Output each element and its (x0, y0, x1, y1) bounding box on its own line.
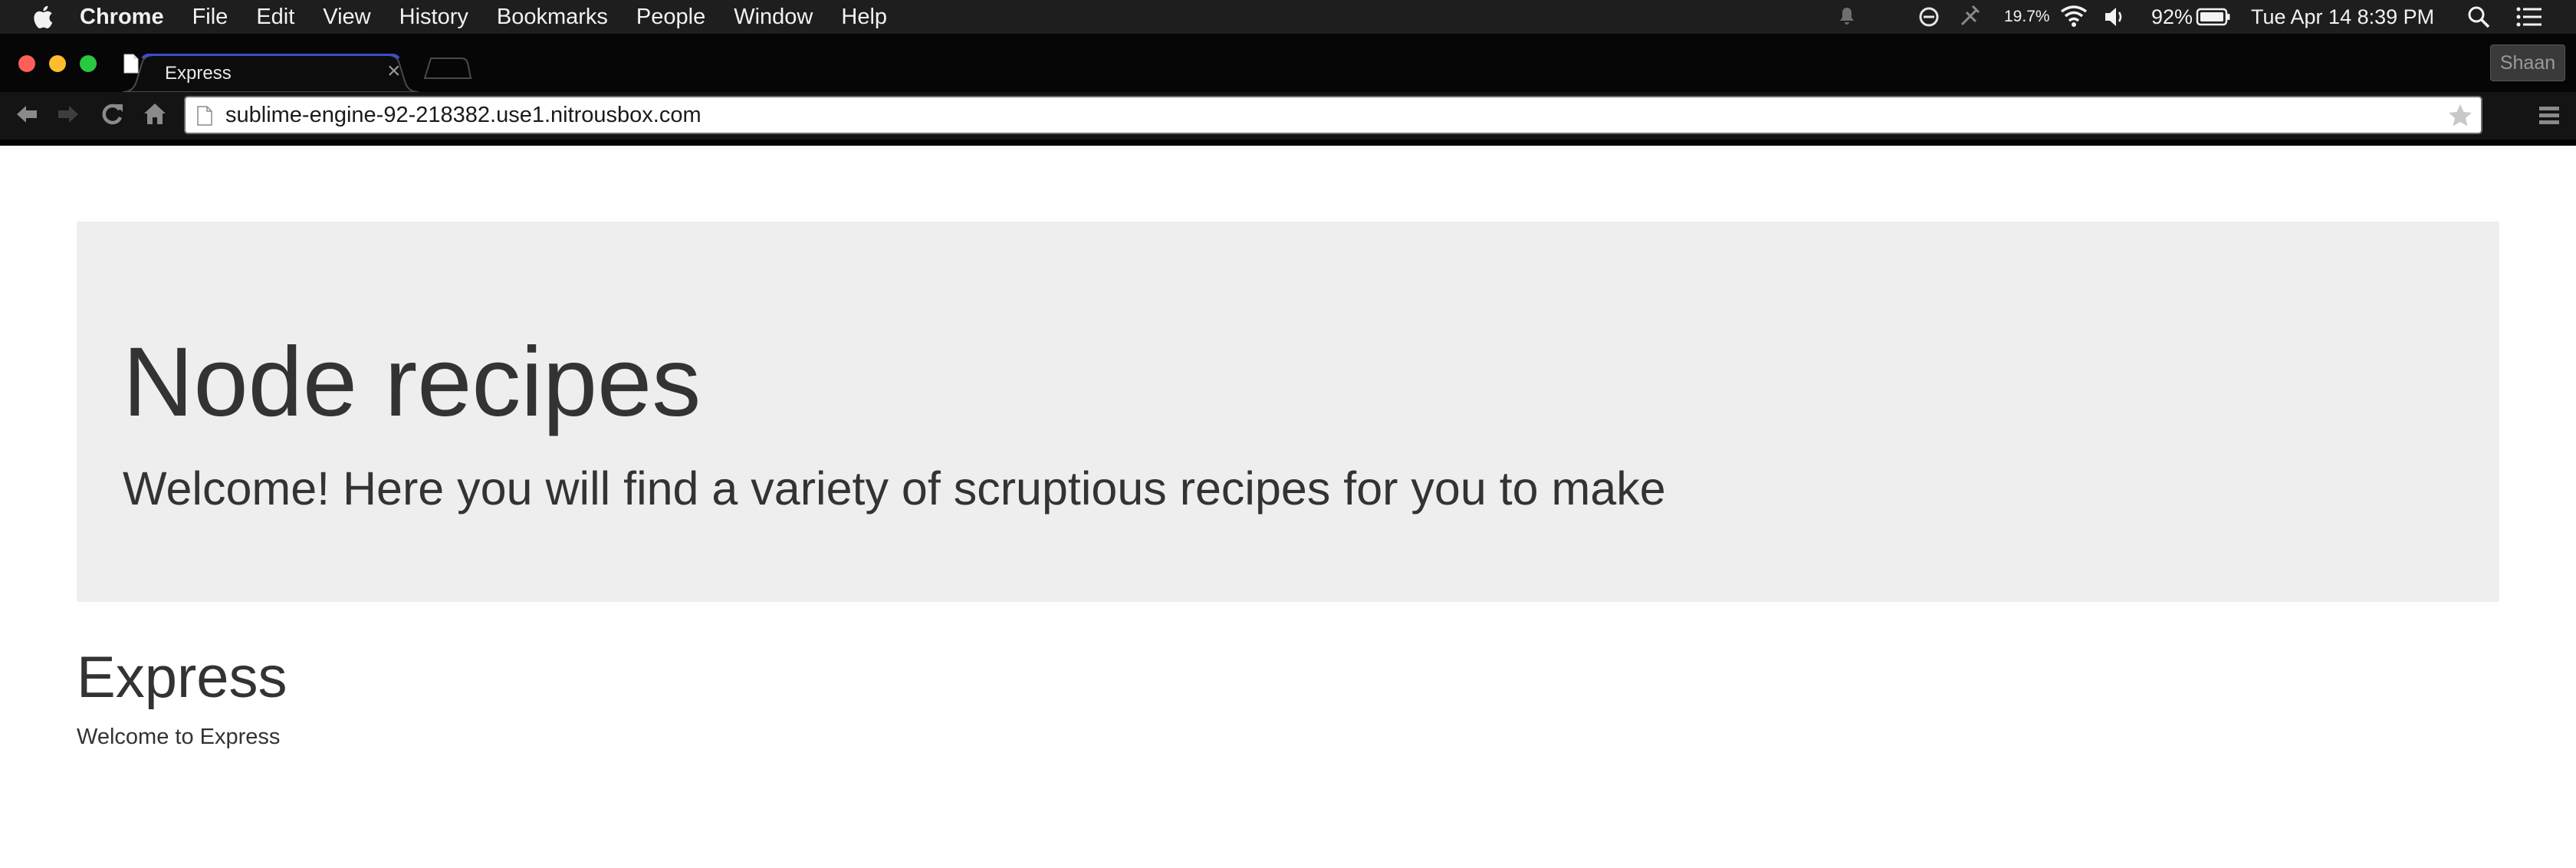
sync-icon[interactable] (1917, 0, 1941, 34)
menu-history[interactable]: History (399, 0, 468, 34)
wifi-icon[interactable] (2059, 0, 2088, 34)
home-icon[interactable] (143, 101, 167, 127)
tab-express[interactable]: Express × (123, 54, 419, 92)
toolbar-divider (0, 140, 2576, 146)
jumbotron-subtitle: Welcome! Here you will find a variety of… (123, 462, 1666, 515)
menu-edit[interactable]: Edit (256, 0, 294, 34)
jumbotron-title: Node recipes (123, 327, 702, 437)
menu-window[interactable]: Window (734, 0, 813, 34)
address-bar[interactable] (184, 96, 2482, 134)
menu-chrome[interactable]: Chrome (80, 0, 164, 34)
window-minimize-button[interactable] (49, 55, 66, 72)
url-input[interactable] (225, 97, 2410, 133)
satellite-icon[interactable] (1957, 0, 1983, 34)
menu-people[interactable]: People (636, 0, 705, 34)
menu-file[interactable]: File (192, 0, 228, 34)
new-tab-button[interactable] (423, 57, 472, 80)
notification-bell-icon[interactable] (1835, 0, 1858, 34)
browser-toolbar (0, 92, 2576, 140)
cpu-percentage: 19.7% (2004, 8, 2050, 25)
tab-close-icon[interactable]: × (387, 58, 401, 85)
date-time[interactable]: Tue Apr 14 8:39 PM (2251, 0, 2434, 34)
menu-help[interactable]: Help (841, 0, 887, 34)
battery-percentage: 92% (2151, 5, 2193, 28)
menu-bookmarks[interactable]: Bookmarks (497, 0, 608, 34)
menu-view[interactable]: View (323, 0, 370, 34)
window-close-button[interactable] (18, 55, 35, 72)
apple-icon[interactable] (31, 4, 54, 30)
reload-icon[interactable] (100, 101, 124, 127)
chrome-menu-icon[interactable] (2538, 104, 2561, 127)
page-favicon-icon (123, 54, 139, 74)
browser-tab-strip: Express × Shaan (0, 34, 2576, 92)
forward-arrow-icon[interactable] (55, 101, 81, 127)
macos-menu-bar: Chrome File Edit View History Bookmarks … (0, 0, 2576, 34)
window-maximize-button[interactable] (80, 55, 97, 72)
bookmark-star-icon[interactable] (2447, 103, 2473, 127)
volume-icon[interactable] (2102, 0, 2127, 34)
welcome-text: Welcome to Express (77, 725, 281, 749)
tab-title: Express (165, 63, 232, 84)
spotlight-search-icon[interactable] (2466, 0, 2492, 34)
page-heading: Express (77, 645, 288, 710)
jumbotron: Node recipes Welcome! Here you will find… (77, 222, 2499, 602)
page-info-icon[interactable] (196, 105, 213, 127)
notification-center-icon[interactable] (2515, 0, 2545, 34)
back-arrow-icon[interactable] (14, 101, 40, 127)
battery-icon[interactable] (2196, 0, 2231, 34)
profile-button[interactable]: Shaan (2490, 44, 2565, 81)
